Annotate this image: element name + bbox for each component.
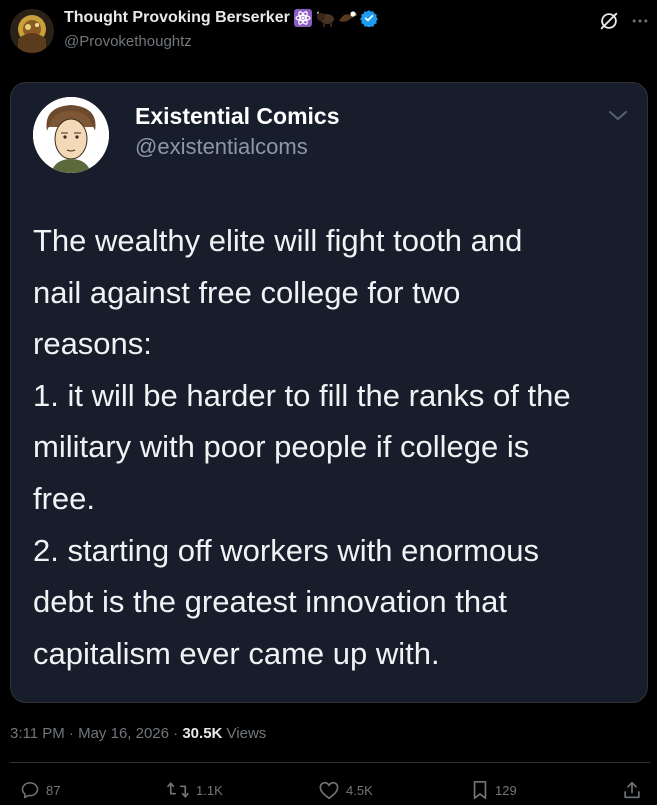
text-line: capitalism ever came up with.	[33, 635, 440, 671]
share-icon	[622, 780, 642, 800]
views-count: 30.5K	[182, 725, 223, 742]
bookmark-button[interactable]: 129	[471, 780, 517, 800]
repost-icon	[166, 780, 190, 800]
author-display-name[interactable]: Thought Provoking Berserker	[64, 9, 290, 27]
text-line: 1. it will be harder to fill the ranks o…	[33, 377, 571, 413]
heart-icon	[318, 780, 340, 800]
reply-icon	[20, 780, 40, 800]
text-line: nail against free college for two	[33, 274, 461, 310]
text-line: military with poor people if college is	[33, 429, 530, 465]
text-line: 2. starting off workers with enormous	[33, 532, 539, 568]
quoted-author-handle: @existentialcoms	[135, 134, 308, 159]
grok-icon[interactable]	[598, 10, 620, 37]
text-line: free.	[33, 480, 96, 516]
text-line: The wealthy elite will fight tooth and	[33, 223, 523, 258]
tweet-header: Thought Provoking Berserker @Provokethou…	[10, 6, 650, 54]
author-name-line: Thought Provoking Berserker	[64, 9, 378, 28]
tweet-date[interactable]: May 16, 2026	[78, 725, 169, 742]
quoted-author-avatar	[33, 97, 109, 173]
bison-icon	[316, 9, 334, 27]
header-actions	[598, 10, 650, 37]
text-line: debt is the greatest innovation that	[33, 584, 507, 620]
quoted-author-name: Existential Comics	[135, 103, 340, 129]
repost-button[interactable]: 1.1K	[166, 780, 223, 800]
author-avatar[interactable]	[10, 9, 54, 53]
tweet-time[interactable]: 3:11 PM	[10, 725, 65, 742]
chevron-down-icon[interactable]	[607, 109, 629, 128]
like-button[interactable]: 4.5K	[318, 780, 373, 800]
repost-count: 1.1K	[196, 782, 223, 798]
share-button[interactable]	[622, 780, 642, 800]
eagle-icon	[338, 9, 358, 27]
meta-separator: ·	[68, 725, 74, 742]
atom-symbol-icon	[293, 9, 312, 27]
meta-separator: ·	[173, 725, 179, 742]
tweet-meta: 3:11 PM · May 16, 2026 · 30.5K Views	[10, 725, 266, 742]
bookmark-count: 129	[495, 782, 517, 798]
verified-badge-icon[interactable]	[359, 9, 378, 28]
like-count: 4.5K	[346, 782, 373, 798]
views-label: Views	[226, 725, 267, 742]
quoted-tweet-card[interactable]: Existential Comics @existentialcoms The …	[10, 82, 648, 703]
reply-count: 87	[46, 782, 61, 798]
quoted-tweet-text: The wealthy elite will fight tooth and n…	[33, 215, 633, 679]
bookmark-icon	[471, 780, 489, 800]
action-bar: 87 1.1K 4.5K 129	[0, 780, 657, 804]
text-line: reasons:	[33, 326, 152, 362]
author-handle[interactable]: @Provokethoughtz	[64, 33, 192, 50]
divider	[10, 762, 650, 763]
reply-button[interactable]: 87	[20, 780, 60, 800]
more-options-icon[interactable]	[630, 11, 650, 36]
